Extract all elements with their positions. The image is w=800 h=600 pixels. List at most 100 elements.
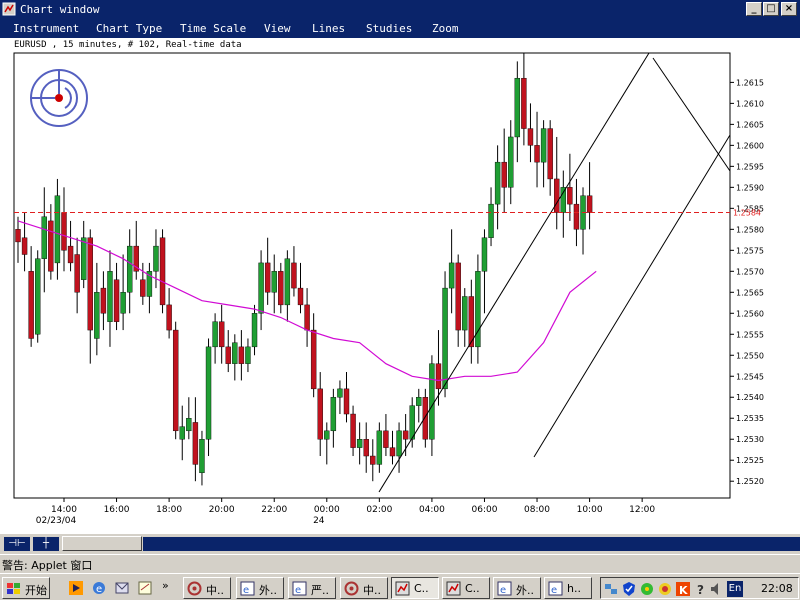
bull-candle: [508, 136, 514, 188]
network-icon[interactable]: [603, 581, 619, 597]
bull-candle: [475, 271, 481, 348]
close-button[interactable]: ×: [781, 2, 797, 16]
chart-area[interactable]: 1.2520 1.2525 1.2530 1.2535 1.2540 1.2545 1.25…: [0, 38, 800, 534]
menu-lines[interactable]: Lines: [312, 22, 345, 35]
bear-candle: [573, 203, 580, 230]
bull-candle: [356, 439, 363, 448]
applet-warning-text: 警告: Applet 窗口: [2, 559, 93, 572]
bear-candle: [297, 287, 304, 306]
browser-icon: e: [240, 581, 255, 596]
scroll-left-button[interactable]: ⊣⊢: [4, 537, 30, 551]
y-tick-label: 1.2545: [736, 372, 764, 381]
svg-text:e: e: [551, 585, 557, 596]
bear-candle: [435, 363, 442, 390]
outlook-icon[interactable]: [114, 580, 130, 596]
bull-candle: [245, 346, 251, 364]
menu-zoom[interactable]: Zoom: [432, 22, 459, 35]
bear-candle: [264, 262, 271, 293]
bear-candle: [15, 229, 21, 243]
start-label: 开始: [25, 584, 47, 597]
bear-candle: [363, 439, 369, 457]
bear-candle: [402, 430, 409, 440]
y-tick-label: 1.2615: [736, 78, 764, 87]
task-label: 中..: [206, 584, 224, 597]
x-tick-label: 10:00: [577, 505, 603, 515]
bear-candle: [317, 388, 323, 440]
task-button-5[interactable]: C..: [391, 577, 439, 599]
x-tick-label: 14:00: [51, 505, 77, 515]
app-icon: [344, 581, 359, 596]
start-button[interactable]: 开始: [2, 577, 50, 599]
task-button-4[interactable]: 中..: [340, 577, 388, 599]
media-player-icon[interactable]: [68, 580, 84, 596]
bull-candle: [514, 77, 521, 138]
task-label: 中..: [363, 584, 381, 597]
bear-candle: [547, 128, 553, 180]
maximize-button[interactable]: □: [763, 2, 779, 16]
svg-text:K: K: [679, 584, 688, 597]
kingsoft-icon[interactable]: K: [675, 581, 691, 597]
y-tick-label: 1.2570: [736, 267, 764, 276]
y-tick-label: 1.2555: [736, 330, 764, 339]
bull-candle: [560, 187, 567, 213]
price-chart[interactable]: 1.2520 1.2525 1.2530 1.2535 1.2540 1.2545 1.25…: [0, 38, 800, 534]
bull-candle: [41, 216, 47, 259]
quicklaunch-overflow[interactable]: »: [162, 579, 169, 592]
menu-studies[interactable]: Studies: [366, 22, 412, 35]
bull-candle: [199, 439, 205, 474]
menu-view[interactable]: View: [264, 22, 291, 35]
bear-candle: [554, 178, 560, 213]
menu-chart-type[interactable]: Chart Type: [96, 22, 162, 35]
task-button-1[interactable]: 中..: [183, 577, 231, 599]
task-label: h..: [567, 582, 581, 595]
bear-candle: [521, 77, 527, 129]
bull-candle: [284, 258, 291, 306]
x-tick-label: 22:00: [261, 505, 287, 515]
task-button-3[interactable]: e 严..: [288, 577, 336, 599]
bear-candle: [21, 237, 28, 255]
bull-candle: [409, 405, 415, 440]
task-button-7[interactable]: e 外..: [493, 577, 541, 599]
menu-instrument[interactable]: Instrument: [13, 22, 79, 35]
minimize-button[interactable]: _: [746, 2, 762, 16]
volume-icon[interactable]: [709, 581, 725, 597]
clock[interactable]: 22:08: [761, 582, 793, 595]
bear-candle: [48, 220, 54, 272]
shield-icon[interactable]: [621, 581, 637, 597]
x-tick-label: 18:00: [156, 505, 182, 515]
desktop-icon[interactable]: [137, 580, 153, 596]
time-axis: 14:0002/23/04 16:00 18:00 20:00 22:00 00:0024…: [36, 498, 655, 526]
task-button-6[interactable]: C..: [442, 577, 490, 599]
bear-candle: [350, 413, 356, 448]
x-tick-sublabel: 24: [313, 516, 325, 526]
svg-text:e: e: [243, 585, 249, 596]
price-axis: 1.2520 1.2525 1.2530 1.2535 1.2540 1.2545 1.25…: [730, 78, 764, 486]
scroll-thumb[interactable]: [62, 536, 142, 551]
bear-candle: [192, 422, 199, 465]
ime-indicator[interactable]: En: [727, 581, 743, 597]
bull-candle: [448, 262, 455, 289]
bear-candle: [343, 388, 350, 415]
scroll-zoom-button[interactable]: ┼: [33, 537, 59, 551]
chart-info-line: EURUSD , 15 minutes, # 102, Real-time da…: [14, 40, 242, 50]
title-bar[interactable]: Chart window _ □ ×: [0, 0, 800, 19]
scroll-track[interactable]: [143, 537, 800, 551]
task-button-8[interactable]: e h..: [544, 577, 592, 599]
help-icon[interactable]: ?: [693, 581, 709, 597]
bull-candle: [376, 430, 383, 465]
menu-time-scale[interactable]: Time Scale: [180, 22, 246, 35]
task-button-2[interactable]: e 外..: [236, 577, 284, 599]
bull-candle: [271, 271, 277, 293]
bull-candle: [494, 161, 501, 205]
bull-candle: [212, 321, 218, 348]
antivirus-icon[interactable]: [657, 581, 673, 597]
taskbar: 开始 e » 中.. e 外.. e 严.. 中.. C.. C.. e 外..…: [0, 573, 800, 600]
x-tick-label: 04:00: [419, 505, 445, 515]
bull-candle: [396, 430, 402, 457]
task-label: C..: [465, 582, 480, 595]
messenger-icon[interactable]: [639, 581, 655, 597]
ie-browser-icon[interactable]: e: [91, 580, 107, 596]
task-label: 严..: [311, 584, 329, 597]
app-icon: [187, 581, 202, 596]
bull-candle: [232, 342, 238, 364]
